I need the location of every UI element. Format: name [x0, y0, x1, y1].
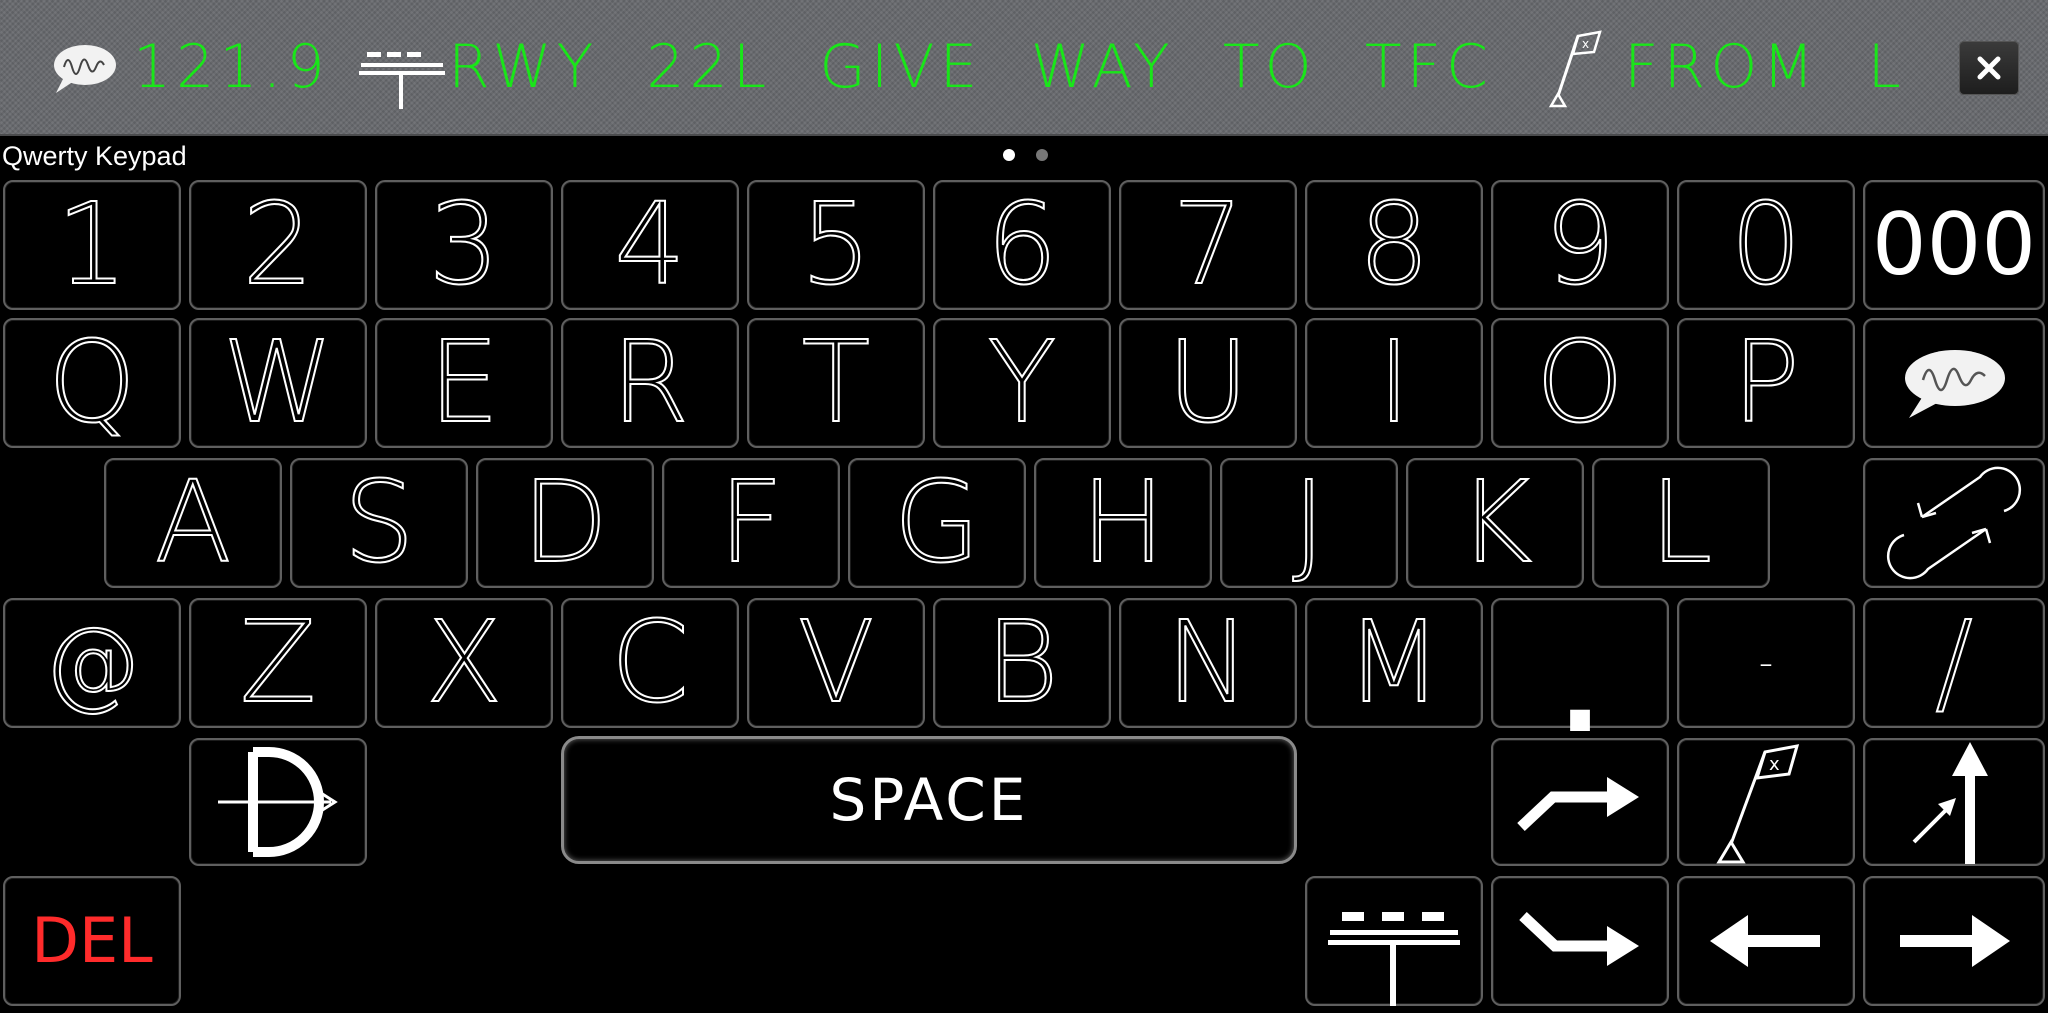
- arrow-right-icon: [1900, 915, 2010, 967]
- key-j[interactable]: J: [1220, 458, 1398, 588]
- delete-key[interactable]: DEL: [3, 876, 181, 1006]
- key-5[interactable]: 5: [747, 180, 925, 310]
- close-button[interactable]: [1959, 41, 2019, 95]
- key-h[interactable]: H: [1034, 458, 1212, 588]
- message-text: RWY 22L GIVE WAY TO TFC: [448, 32, 1493, 102]
- key-v[interactable]: V: [747, 598, 925, 728]
- key-slash[interactable]: /: [1863, 598, 2045, 728]
- holding-point-key[interactable]: x: [1677, 738, 1855, 866]
- svg-text:x: x: [1582, 37, 1589, 51]
- key-e[interactable]: E: [375, 318, 553, 448]
- arrow-left-key[interactable]: [1677, 876, 1855, 1006]
- key-f[interactable]: F: [662, 458, 840, 588]
- key-p[interactable]: P: [1677, 318, 1855, 448]
- runway-lights-icon: [1328, 912, 1460, 1006]
- speech-bubble-radio-icon: [50, 43, 118, 99]
- key-z[interactable]: Z: [189, 598, 367, 728]
- key-000[interactable]: 000: [1863, 180, 2045, 310]
- key-a[interactable]: A: [104, 458, 282, 588]
- key-2[interactable]: 2: [189, 180, 367, 310]
- key-y[interactable]: Y: [933, 318, 1111, 448]
- key-b[interactable]: B: [933, 598, 1111, 728]
- key-6[interactable]: 6: [933, 180, 1111, 310]
- radio-key[interactable]: [1863, 318, 2045, 448]
- key-d[interactable]: D: [476, 458, 654, 588]
- turn-right-arrow-icon: [1517, 777, 1639, 832]
- key-n[interactable]: N: [1119, 598, 1297, 728]
- key-t[interactable]: T: [747, 318, 925, 448]
- runway-lights-icon: [359, 50, 447, 114]
- key-w[interactable]: W: [189, 318, 367, 448]
- straight-ahead-arrow-icon: [1912, 742, 1988, 864]
- key-l[interactable]: L: [1592, 458, 1770, 588]
- arrow-right-key[interactable]: [1863, 876, 2045, 1006]
- from-text: FROM L: [1624, 32, 1906, 102]
- keypad-title: Qwerty Keypad: [2, 141, 187, 171]
- key-7[interactable]: 7: [1119, 180, 1297, 310]
- key-period[interactable]: .: [1491, 598, 1669, 749]
- straight-ahead-key[interactable]: [1863, 738, 2045, 866]
- direct-to-icon: [218, 747, 338, 857]
- key-4[interactable]: 4: [561, 180, 739, 310]
- svg-text:x: x: [1769, 754, 1780, 775]
- key-1[interactable]: 1: [3, 180, 181, 310]
- key-g[interactable]: G: [848, 458, 1026, 588]
- speech-bubble-radio-icon: [1905, 350, 2005, 418]
- key-o[interactable]: O: [1491, 318, 1669, 448]
- message-bar: 121.9 RWY 22L GIVE WAY TO TFC x FROM L: [0, 0, 2048, 136]
- key-3[interactable]: 3: [375, 180, 553, 310]
- key-r[interactable]: R: [561, 318, 739, 448]
- key-i[interactable]: I: [1305, 318, 1483, 448]
- turn-down-right-arrow-icon: [1519, 911, 1639, 966]
- key-dash[interactable]: -: [1677, 598, 1855, 728]
- key-0[interactable]: 0: [1677, 180, 1855, 310]
- key-9[interactable]: 9: [1491, 180, 1669, 310]
- turn-down-right-key[interactable]: [1491, 876, 1669, 1006]
- holding-point-flag-icon: x: [1716, 744, 1800, 864]
- direct-to-key[interactable]: [189, 738, 367, 866]
- key-c[interactable]: C: [561, 598, 739, 728]
- key-s[interactable]: S: [290, 458, 468, 588]
- key-u[interactable]: U: [1119, 318, 1297, 448]
- runway-key[interactable]: [1305, 876, 1483, 1006]
- close-icon: [1977, 56, 2001, 80]
- holding-point-flag-icon: x: [1546, 28, 1616, 112]
- key-k[interactable]: K: [1406, 458, 1584, 588]
- swap-arrows-icon: [1886, 466, 2022, 580]
- swap-key[interactable]: [1863, 458, 2045, 588]
- arrow-left-icon: [1710, 915, 1820, 967]
- key-m[interactable]: M: [1305, 598, 1483, 728]
- page-dot-1[interactable]: [1003, 149, 1015, 161]
- key-x[interactable]: X: [375, 598, 553, 728]
- key-8[interactable]: 8: [1305, 180, 1483, 310]
- space-key[interactable]: SPACE: [561, 736, 1297, 864]
- frequency-text: 121.9: [133, 32, 330, 102]
- key-q[interactable]: Q: [3, 318, 181, 448]
- page-dot-2[interactable]: [1036, 149, 1048, 161]
- turn-right-key[interactable]: [1491, 738, 1669, 866]
- key-at[interactable]: @: [3, 598, 181, 728]
